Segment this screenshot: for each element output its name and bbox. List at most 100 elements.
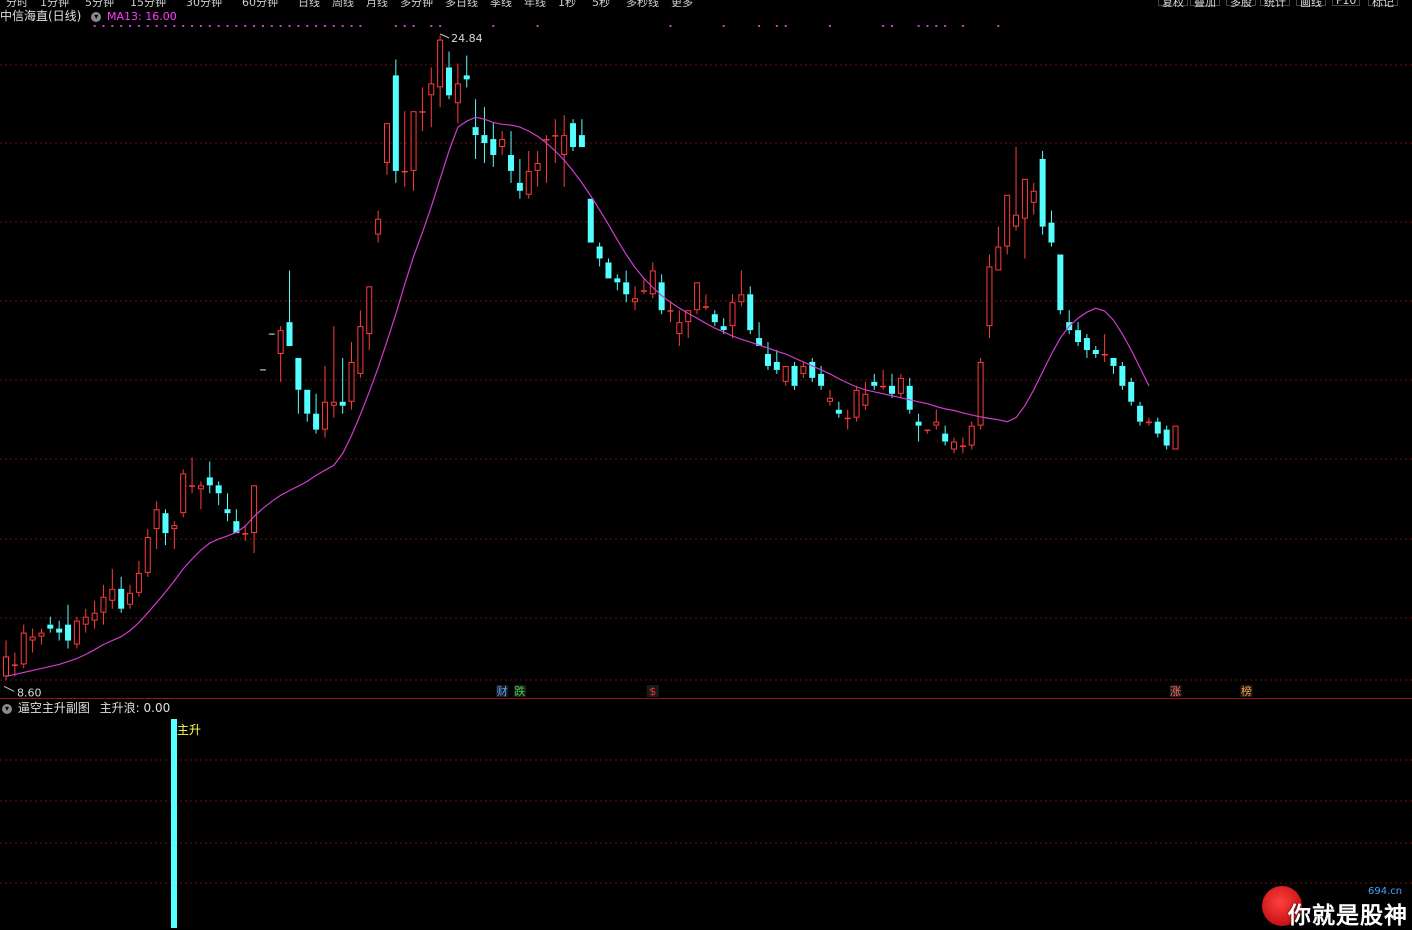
candle-body-down bbox=[915, 421, 922, 426]
candle-body-down bbox=[747, 294, 754, 331]
toolbar-button[interactable]: 统计 bbox=[1260, 0, 1290, 7]
candle-body-down bbox=[720, 326, 727, 331]
period-tab[interactable]: 分时 bbox=[6, 0, 28, 7]
toolbar-button[interactable]: 复权 bbox=[1158, 0, 1188, 7]
candle bbox=[995, 226, 1002, 271]
candle-body-up bbox=[454, 83, 461, 104]
candle-body-up bbox=[1013, 214, 1020, 227]
candle bbox=[1013, 147, 1020, 231]
period-tab[interactable]: 30分钟 bbox=[186, 0, 222, 7]
candle-body-up bbox=[321, 401, 328, 430]
candle bbox=[508, 131, 515, 183]
candle bbox=[534, 151, 541, 187]
candle bbox=[667, 302, 674, 323]
candle bbox=[109, 568, 116, 609]
candle-body-down bbox=[162, 513, 169, 534]
period-tab[interactable]: 1分钟 bbox=[40, 0, 69, 7]
signal-dot bbox=[120, 25, 123, 27]
candlestick-chart[interactable]: 24.848.60 财跌 $ 涨榜 bbox=[0, 18, 1412, 699]
candle-body-up bbox=[410, 111, 417, 171]
event-marker[interactable]: 跌 bbox=[513, 684, 526, 698]
candle-body-down bbox=[1154, 421, 1161, 434]
signal-dot bbox=[226, 25, 229, 27]
indicator-chart[interactable]: 主升 bbox=[0, 716, 1412, 928]
sub-chart-title-bar: ▾ 逼空主升副图 主升浪: 0.00 bbox=[0, 700, 170, 716]
candle bbox=[20, 624, 27, 669]
event-marker[interactable]: 涨 bbox=[1169, 685, 1182, 698]
candle bbox=[853, 385, 860, 422]
period-tab[interactable]: 5分钟 bbox=[85, 0, 114, 7]
period-tab[interactable]: 60分钟 bbox=[242, 0, 278, 7]
candle-body-up bbox=[897, 377, 904, 394]
candle-body-down bbox=[286, 322, 293, 347]
period-tab[interactable]: 多秒线 bbox=[626, 0, 659, 7]
candle bbox=[756, 322, 763, 347]
candle-body-down bbox=[1075, 330, 1082, 343]
candle bbox=[215, 481, 222, 506]
low-pointer bbox=[3, 685, 15, 692]
event-marker[interactable]: 财 bbox=[496, 684, 509, 698]
toolbar-button[interactable]: 叠加 bbox=[1190, 0, 1220, 7]
candle-body-down bbox=[906, 385, 913, 410]
indicator-title[interactable]: 逼空主升副图 bbox=[18, 701, 90, 715]
candle-body-down bbox=[711, 314, 718, 323]
candle bbox=[3, 640, 9, 681]
candle-body-up bbox=[552, 135, 559, 137]
candle bbox=[233, 509, 240, 534]
candle-body-down bbox=[463, 75, 470, 80]
candle-body-down bbox=[605, 262, 612, 279]
candle bbox=[91, 600, 98, 629]
candle-body-up bbox=[91, 612, 98, 621]
candle bbox=[649, 262, 656, 299]
candle bbox=[454, 63, 461, 124]
indicator-value: 主升浪: 0.00 bbox=[99, 701, 171, 715]
candle-body-down bbox=[614, 278, 621, 283]
candle bbox=[552, 119, 559, 163]
candle-body-up bbox=[853, 389, 860, 418]
toolbar-button[interactable]: 多股 bbox=[1226, 0, 1256, 7]
signal-dot bbox=[332, 25, 335, 27]
period-tab[interactable]: 15分钟 bbox=[130, 0, 166, 7]
signal-dot bbox=[722, 25, 725, 27]
sub-indicator-settings-icon[interactable]: ▾ bbox=[2, 703, 12, 714]
signal-dot bbox=[315, 25, 318, 27]
event-marker[interactable]: 榜 bbox=[1240, 684, 1253, 698]
toolbar-button[interactable]: 标记 bbox=[1368, 0, 1398, 7]
signal-dot bbox=[961, 25, 964, 27]
signal-dot bbox=[394, 25, 397, 27]
candle-body-up bbox=[180, 473, 187, 514]
period-tab[interactable]: 季线 bbox=[490, 0, 512, 7]
candle-body-up bbox=[499, 139, 506, 148]
candle bbox=[277, 326, 284, 382]
candle bbox=[295, 357, 302, 414]
toolbar-button[interactable]: 画线 bbox=[1296, 0, 1326, 7]
period-tab[interactable]: 多分钟 bbox=[400, 0, 433, 7]
signal-dot bbox=[102, 25, 105, 27]
signal-dot bbox=[244, 25, 247, 27]
candle-body-down bbox=[596, 246, 603, 259]
candle bbox=[623, 270, 630, 303]
period-tab[interactable]: 年线 bbox=[524, 0, 546, 7]
candle bbox=[11, 652, 18, 677]
period-tab[interactable]: 多日线 bbox=[445, 0, 478, 7]
candle bbox=[1110, 357, 1117, 374]
period-tab[interactable]: 日线 bbox=[298, 0, 320, 7]
period-tab[interactable]: 1秒 bbox=[558, 0, 576, 7]
candle bbox=[773, 350, 780, 374]
period-tab[interactable]: 月线 bbox=[366, 0, 388, 7]
candle bbox=[401, 111, 408, 187]
candle bbox=[472, 99, 479, 159]
candle bbox=[339, 357, 346, 414]
period-tab[interactable]: 更多 bbox=[671, 0, 693, 7]
panel-divider bbox=[0, 698, 1412, 699]
toolbar-button[interactable]: F10 bbox=[1332, 0, 1361, 7]
candle-body-down bbox=[871, 381, 878, 386]
period-tab[interactable]: 5秒 bbox=[592, 0, 610, 7]
candle bbox=[463, 55, 470, 88]
candle-body-up bbox=[366, 286, 373, 335]
event-marker[interactable]: $ bbox=[646, 685, 659, 698]
period-tab[interactable]: 周线 bbox=[332, 0, 354, 7]
candle bbox=[180, 469, 187, 518]
candle-body-up bbox=[82, 616, 89, 625]
candle bbox=[835, 401, 842, 418]
